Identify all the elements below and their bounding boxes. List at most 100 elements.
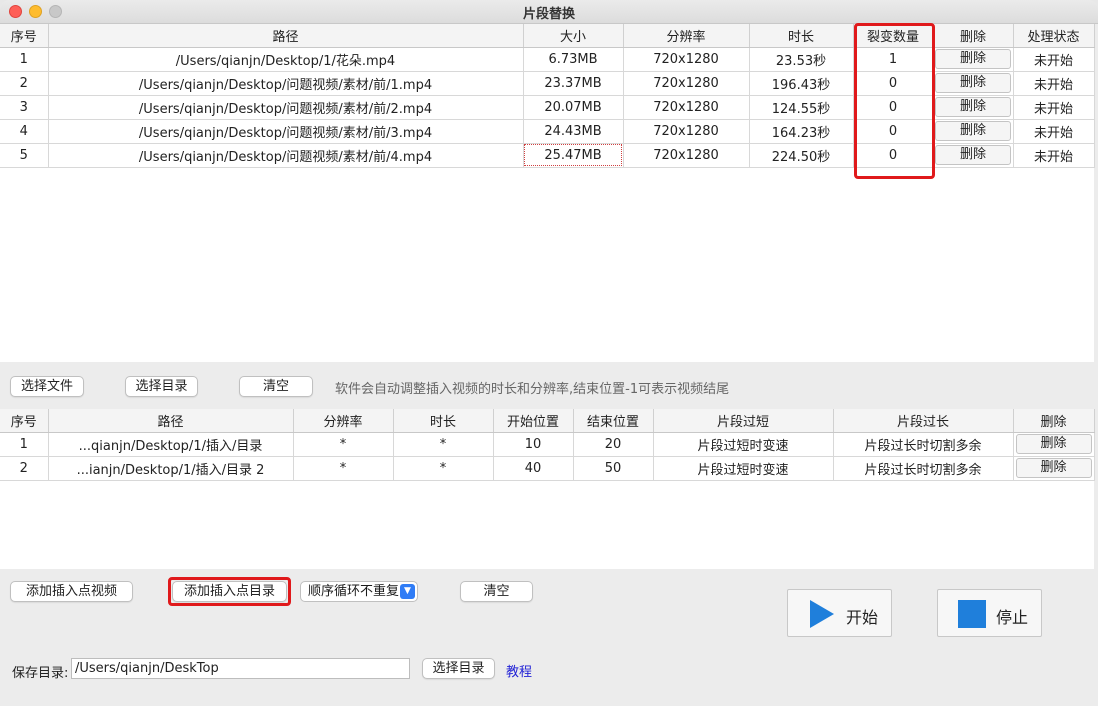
cell-start[interactable]: 10 [493, 432, 574, 457]
window-title: 片段替换 [522, 7, 575, 22]
cell-delete: 删除 [933, 47, 1014, 72]
stop-icon [958, 600, 986, 628]
cell-status: 未开始 [1013, 71, 1095, 96]
cell-start[interactable]: 40 [493, 456, 574, 481]
cell-short[interactable]: 片段过短时变速 [653, 456, 834, 481]
save-dir-input[interactable]: /Users/qianjn/DeskTop [71, 658, 410, 679]
delete-button[interactable]: 删除 [1015, 434, 1092, 454]
cell-index: 1 [0, 47, 49, 72]
cell-duration: * [393, 432, 494, 457]
cell-long[interactable]: 片段过长时切割多余 [833, 432, 1014, 457]
cell-duration: 23.53秒 [749, 47, 854, 72]
cell-status: 未开始 [1013, 119, 1095, 144]
col-header-resolution[interactable]: 分辨率 [623, 24, 750, 48]
play-icon [810, 600, 834, 628]
cell-resolution: 720x1280 [623, 47, 750, 72]
col-header-end[interactable]: 结束位置 [573, 409, 654, 433]
cell-path: ...qianjn/Desktop/1/插入/目录 [48, 432, 294, 457]
col-header-index[interactable]: 序号 [0, 24, 49, 48]
start-button[interactable]: 开始 [787, 589, 892, 637]
col-header-delete[interactable]: 删除 [933, 24, 1014, 48]
order-select-value: 顺序循环不重复 [308, 584, 400, 599]
cell-index: 3 [0, 95, 49, 120]
select-dir-button[interactable]: 选择目录 [125, 376, 198, 397]
cell-index: 5 [0, 143, 49, 168]
delete-button[interactable]: 删除 [935, 49, 1011, 69]
cell-duration: 164.23秒 [749, 119, 854, 144]
cell-duration: 124.55秒 [749, 95, 854, 120]
cell-end[interactable]: 50 [573, 456, 654, 481]
save-select-dir-button[interactable]: 选择目录 [422, 658, 495, 679]
tutorial-link[interactable]: 教程 [506, 661, 532, 680]
cell-delete: 删除 [1013, 432, 1095, 457]
cell-duration: 224.50秒 [749, 143, 854, 168]
cell-size: 6.73MB [523, 47, 624, 72]
select-file-button[interactable]: 选择文件 [10, 376, 84, 397]
save-dir-label: 保存目录: [12, 666, 69, 681]
col-header-duration[interactable]: 时长 [393, 409, 494, 433]
insert-table: 序号 路径 分辨率 时长 开始位置 结束位置 片段过短 片段过长 删除 1 ..… [0, 409, 1095, 569]
cell-delete: 删除 [1013, 456, 1095, 481]
delete-button[interactable]: 删除 [935, 97, 1011, 117]
count-column-highlight [854, 23, 935, 179]
col-header-start[interactable]: 开始位置 [493, 409, 574, 433]
delete-button[interactable]: 删除 [935, 73, 1011, 93]
cell-path: /Users/qianjn/Desktop/问题视频/素材/前/4.mp4 [48, 143, 524, 168]
cell-index: 4 [0, 119, 49, 144]
cell-path: /Users/qianjn/Desktop/问题视频/素材/前/2.mp4 [48, 95, 524, 120]
cell-resolution: * [293, 456, 394, 481]
cell-path: ...ianjn/Desktop/1/插入/目录 2 [48, 456, 294, 481]
cell-delete: 删除 [933, 143, 1014, 168]
title-bar: 片段替换 [0, 0, 1098, 24]
col-header-index[interactable]: 序号 [0, 409, 49, 433]
delete-button[interactable]: 删除 [1015, 458, 1092, 478]
table-row[interactable]: 2 ...ianjn/Desktop/1/插入/目录 2 * * 40 50 片… [0, 456, 1095, 481]
order-select[interactable]: 顺序循环不重复 ▼ [300, 581, 418, 602]
cell-resolution: * [293, 432, 394, 457]
cell-short[interactable]: 片段过短时变速 [653, 432, 834, 457]
clear-insert-button[interactable]: 清空 [460, 581, 533, 602]
cell-path: /Users/qianjn/Desktop/1/花朵.mp4 [48, 47, 524, 72]
cell-duration: 196.43秒 [749, 71, 854, 96]
cell-resolution: 720x1280 [623, 71, 750, 96]
clear-files-button[interactable]: 清空 [239, 376, 313, 397]
cell-long[interactable]: 片段过长时切割多余 [833, 456, 1014, 481]
col-header-status[interactable]: 处理状态 [1013, 24, 1095, 48]
cell-path: /Users/qianjn/Desktop/问题视频/素材/前/3.mp4 [48, 119, 524, 144]
cell-duration: * [393, 456, 494, 481]
hint-text: 软件会自动调整插入视频的时长和分辨率,结束位置-1可表示视频结尾 [335, 382, 730, 397]
col-header-resolution[interactable]: 分辨率 [293, 409, 394, 433]
col-header-short[interactable]: 片段过短 [653, 409, 834, 433]
chevron-down-icon: ▼ [400, 584, 415, 599]
col-header-duration[interactable]: 时长 [749, 24, 854, 48]
col-header-path[interactable]: 路径 [48, 24, 524, 48]
col-header-long[interactable]: 片段过长 [833, 409, 1014, 433]
stop-button[interactable]: 停止 [937, 589, 1042, 637]
cell-size: 20.07MB [523, 95, 624, 120]
start-label: 开始 [846, 608, 879, 627]
cell-delete: 删除 [933, 119, 1014, 144]
col-header-path[interactable]: 路径 [48, 409, 294, 433]
table-row[interactable]: 1 ...qianjn/Desktop/1/插入/目录 * * 10 20 片段… [0, 432, 1095, 457]
cell-resolution: 720x1280 [623, 95, 750, 120]
delete-button[interactable]: 删除 [935, 145, 1011, 165]
cell-status: 未开始 [1013, 143, 1095, 168]
delete-button[interactable]: 删除 [935, 121, 1011, 141]
add-insert-video-button[interactable]: 添加插入点视频 [10, 581, 133, 602]
app-window: 片段替换 序号 路径 大小 分辨率 时长 裂变数量 删除 处理状态 1 /Use… [0, 0, 1098, 706]
cell-status: 未开始 [1013, 95, 1095, 120]
cell-resolution: 720x1280 [623, 143, 750, 168]
col-header-delete[interactable]: 删除 [1013, 409, 1095, 433]
cell-size: 24.43MB [523, 119, 624, 144]
cell-delete: 删除 [933, 71, 1014, 96]
cell-end[interactable]: 20 [573, 432, 654, 457]
add-dir-highlight [168, 577, 291, 606]
cell-resolution: 720x1280 [623, 119, 750, 144]
cell-status: 未开始 [1013, 47, 1095, 72]
cell-size: 23.37MB [523, 71, 624, 96]
cell-index: 2 [0, 456, 49, 481]
cell-size: 25.47MB [523, 143, 624, 168]
cell-index: 2 [0, 71, 49, 96]
col-header-size[interactable]: 大小 [523, 24, 624, 48]
cell-delete: 删除 [933, 95, 1014, 120]
